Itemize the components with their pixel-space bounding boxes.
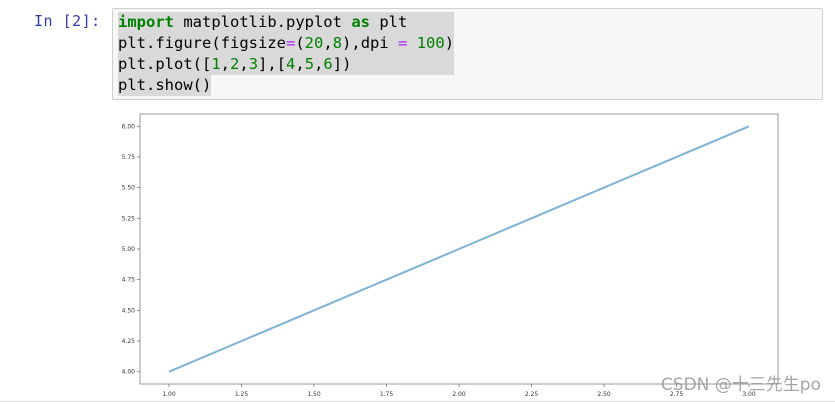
y-tick-label: 5.25 <box>122 215 136 222</box>
y-tick-label: 5.00 <box>122 246 136 253</box>
code-token: plt.plot([ <box>118 55 212 73</box>
code-token: 20 <box>304 34 324 52</box>
y-tick-label: 4.25 <box>122 338 136 345</box>
code-token: as <box>351 13 370 31</box>
code-token: ),dpi <box>342 34 399 52</box>
code-token: 4 <box>286 55 296 73</box>
code-token: , <box>323 34 333 52</box>
x-tick-label: 2.00 <box>452 391 466 398</box>
code-line: plt.plot([1,2,3],[4,5,6]) <box>118 54 455 75</box>
code-token: 5 <box>304 55 315 73</box>
code-token: plt.show() <box>118 76 212 94</box>
code-token: 6 <box>323 55 333 73</box>
code-token: 8 <box>332 34 343 52</box>
code-token: ( <box>295 34 305 52</box>
plot-output: 1.00 1.25 1.50 1.75 2.00 2.25 2.50 2.75 3.00 4.00… <box>112 107 823 399</box>
notebook-cell: In [2]: import matplotlib.pyplot as plt p… <box>0 0 835 404</box>
code-token: plt <box>369 13 408 31</box>
y-tick-label: 4.50 <box>122 307 136 314</box>
y-tick-label: 6.00 <box>122 123 136 130</box>
code-token: ]) <box>332 55 352 73</box>
y-tick-label: 5.75 <box>122 154 136 161</box>
x-tick-label: 1.25 <box>235 391 249 398</box>
code-token: , <box>295 55 305 73</box>
code-token: = <box>398 34 408 52</box>
code-token: 1 <box>211 55 221 73</box>
x-tick-label: 1.50 <box>307 391 321 398</box>
code-line: import matplotlib.pyplot as plt <box>118 12 455 33</box>
watermark: CSDN @十三先生po <box>660 375 821 395</box>
code-token: , <box>239 55 249 73</box>
line-chart: 1.00 1.25 1.50 1.75 2.00 2.25 2.50 2.75 3.004.00… <box>122 113 779 398</box>
y-tick-label: 4.00 <box>122 369 136 376</box>
x-tick-label: 1.00 <box>162 391 176 398</box>
x-tick-label: 1.75 <box>380 391 394 398</box>
code-input-area[interactable]: import matplotlib.pyplot as plt plt.figur… <box>112 8 823 100</box>
cell-divider <box>0 401 835 402</box>
code-line: plt.show() <box>118 75 212 96</box>
code-editor[interactable]: import matplotlib.pyplot as plt plt.figur… <box>118 12 455 96</box>
code-token: import <box>118 13 174 31</box>
code-token: matplotlib.pyplot <box>174 13 352 31</box>
code-token: = <box>285 34 296 52</box>
y-tick-label: 4.75 <box>122 277 136 284</box>
input-prompt: In [2]: <box>34 12 101 30</box>
code-token: 100 <box>416 34 445 52</box>
code-token: ],[ <box>258 55 287 73</box>
code-token: 2 <box>230 55 240 73</box>
code-token: 3 <box>248 55 259 73</box>
code-token: , <box>220 55 231 73</box>
code-token: ) <box>444 34 455 52</box>
code-line: plt.figure(figsize=(20,8),dpi = 100) <box>118 33 455 54</box>
x-tick-label: 2.25 <box>525 391 539 398</box>
code-token: plt.figure(figsize <box>118 34 286 52</box>
y-tick-label: 5.50 <box>122 185 136 192</box>
x-tick-label: 2.50 <box>597 391 611 398</box>
